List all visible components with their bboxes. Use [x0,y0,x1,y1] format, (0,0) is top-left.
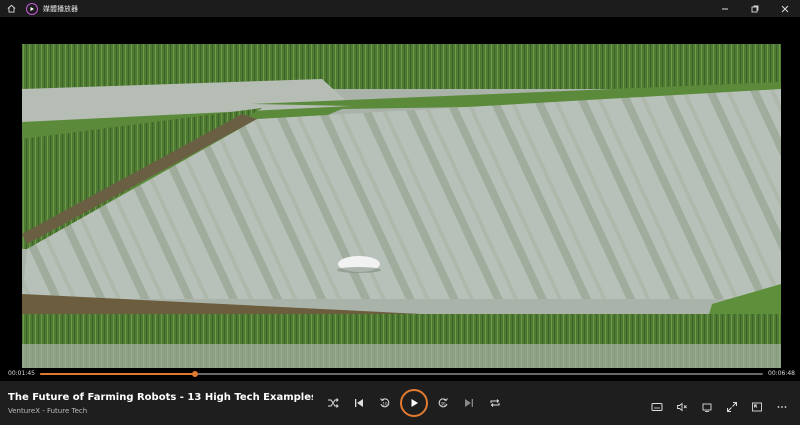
svg-text:10: 10 [382,402,388,407]
rewind-button[interactable]: 10 [373,391,397,415]
more-button[interactable] [770,395,793,419]
play-icon [411,399,418,407]
control-bar: The Future of Farming Robots - 13 High T… [0,381,800,425]
seek-bar-progress [40,373,196,375]
forward-30-icon: 30 [438,398,448,408]
svg-text:30: 30 [440,402,446,407]
close-button[interactable] [770,0,800,17]
cast-icon [702,403,711,412]
video-frame[interactable] [22,44,781,368]
media-subtitle: VentureX - Future Tech [8,407,88,415]
maximize-button[interactable] [740,0,770,17]
fullscreen-button[interactable] [720,395,743,419]
volume-icon [676,402,687,412]
minimize-button[interactable] [710,0,740,17]
minimize-icon [722,8,728,9]
rice-paddy-image [22,44,781,368]
shuffle-icon [328,398,339,408]
volume-button[interactable] [670,395,693,419]
playback-controls: 10 30 [320,389,508,417]
previous-icon [355,399,363,407]
window-title: 媒體播放器 [43,4,78,13]
next-icon [465,399,473,407]
current-time: 00:01:45 [8,370,35,377]
repeat-icon [490,399,500,407]
seek-bar[interactable] [40,371,763,377]
cast-button[interactable] [695,395,718,419]
media-player-icon [26,2,38,15]
captions-button[interactable] [645,395,668,419]
play-button[interactable] [400,389,428,417]
seek-thumb[interactable] [192,371,199,377]
close-icon [781,5,789,12]
shuffle-button[interactable] [321,391,345,415]
total-time: 00:06:48 [768,370,795,377]
restore-icon [751,5,759,12]
repeat-button[interactable] [483,391,507,415]
next-button[interactable] [457,391,481,415]
fullscreen-icon [726,402,737,412]
media-title: The Future of Farming Robots - 13 High T… [8,392,313,403]
captions-icon [651,403,662,411]
title-bar: 媒體播放器 [0,0,800,17]
miniplayer-icon [751,402,762,412]
forward-button[interactable]: 30 [431,391,455,415]
more-icon [777,406,786,408]
previous-button[interactable] [347,391,371,415]
seek-area: 00:01:45 00:06:48 [0,368,800,380]
miniplayer-button[interactable] [745,395,768,419]
media-info: The Future of Farming Robots - 13 High T… [8,392,313,415]
view-controls [644,395,794,419]
rewind-10-icon: 10 [380,398,390,408]
home-button[interactable] [0,0,22,17]
home-icon [7,4,15,13]
